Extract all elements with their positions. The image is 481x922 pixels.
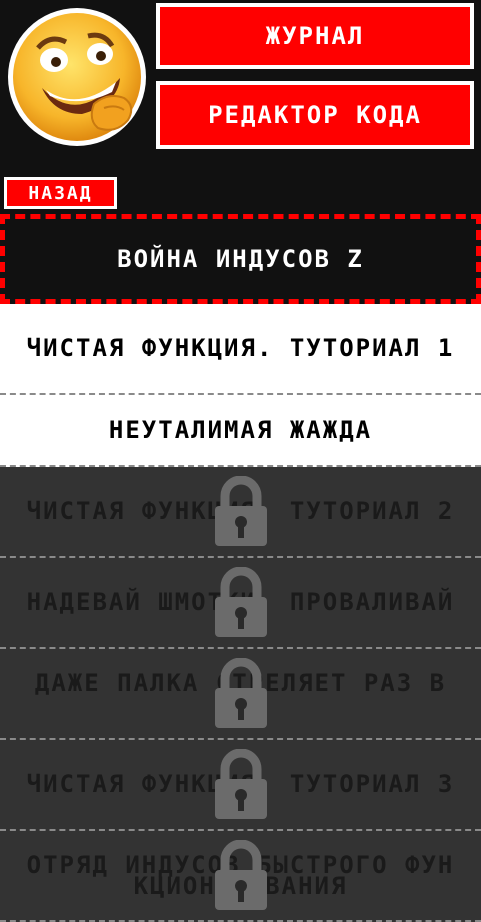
back-button-label: НАЗАД bbox=[28, 182, 93, 204]
journal-button-label: ЖУРНАЛ bbox=[265, 22, 365, 50]
level-item[interactable]: НЕУТАЛИМАЯ ЖАЖДА bbox=[0, 395, 481, 467]
level-title: ЧИСТАЯ ФУНКЦИЯ. ТУТОРИАЛ 3 bbox=[26, 770, 455, 798]
level-title: ОТРЯД ИНДУСОВ БЫСТРОГО ФУНКЦИОНИРОВАНИЯ bbox=[26, 850, 455, 900]
code-editor-button-label: РЕДАКТОР КОДА bbox=[208, 101, 422, 129]
level-item-locked: ОТРЯД ИНДУСОВ БЫСТРОГО ФУНКЦИОНИРОВАНИЯ bbox=[0, 831, 481, 922]
level-title: НАДЕВАЙ ШМОТКИ, ПРОВАЛИВАЙ bbox=[26, 588, 455, 616]
journal-button[interactable]: ЖУРНАЛ bbox=[156, 3, 474, 69]
level-title: ЧИСТАЯ ФУНКЦИЯ. ТУТОРИАЛ 1 bbox=[26, 334, 455, 362]
header: ЖУРНАЛ РЕДАКТОР КОДА bbox=[0, 0, 481, 160]
level-item-active[interactable]: ВОЙНА ИНДУСОВ Z bbox=[0, 214, 481, 304]
level-title: ЧИСТАЯ ФУНКЦИЯ. ТУТОРИАЛ 2 bbox=[26, 497, 455, 525]
level-list: ВОЙНА ИНДУСОВ Z ЧИСТАЯ ФУНКЦИЯ. ТУТОРИАЛ… bbox=[0, 214, 481, 922]
smirking-emoji-icon bbox=[8, 8, 146, 146]
level-title: НЕУТАЛИМАЯ ЖАЖДА bbox=[108, 415, 373, 444]
level-item-locked: ЧИСТАЯ ФУНКЦИЯ. ТУТОРИАЛ 3 bbox=[0, 740, 481, 831]
level-item[interactable]: ЧИСТАЯ ФУНКЦИЯ. ТУТОРИАЛ 1 bbox=[0, 304, 481, 395]
back-button[interactable]: НАЗАД bbox=[4, 177, 117, 209]
level-title: ДАЖЕ ПАЛКА СТРЕЛЯЕТ РАЗ В ГОД bbox=[34, 668, 447, 718]
code-editor-button[interactable]: РЕДАКТОР КОДА bbox=[156, 81, 474, 149]
level-item-locked: НАДЕВАЙ ШМОТКИ, ПРОВАЛИВАЙ bbox=[0, 558, 481, 649]
level-item-locked: ДАЖЕ ПАЛКА СТРЕЛЯЕТ РАЗ В ГОД bbox=[0, 649, 481, 740]
level-item-locked: ЧИСТАЯ ФУНКЦИЯ. ТУТОРИАЛ 2 bbox=[0, 467, 481, 558]
level-title: ВОЙНА ИНДУСОВ Z bbox=[117, 244, 364, 273]
